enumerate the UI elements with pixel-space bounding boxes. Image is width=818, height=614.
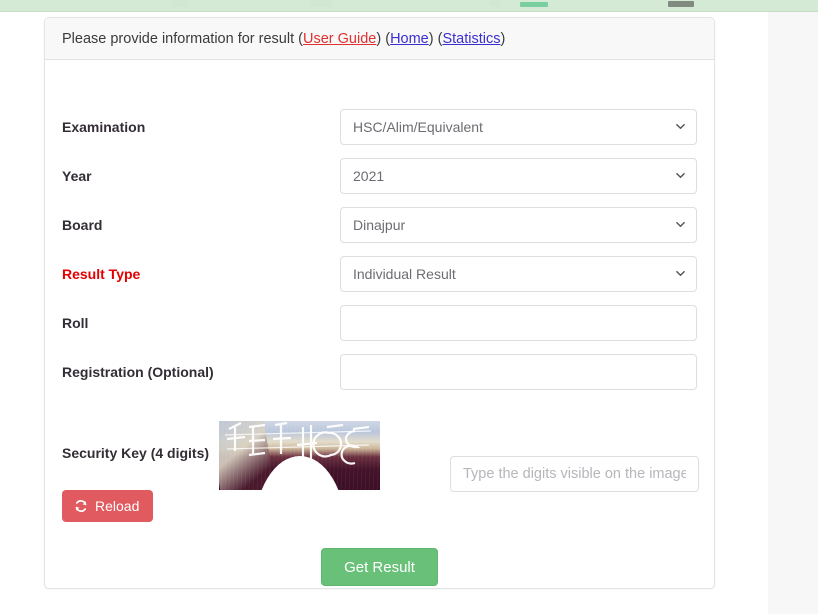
label-examination: Examination <box>62 119 146 135</box>
home-link[interactable]: Home <box>390 31 429 47</box>
label-result-type: Result Type <box>62 266 141 282</box>
form-row-roll: Roll <box>45 305 714 354</box>
navbar-item-ghost-4[interactable] <box>520 2 548 7</box>
user-guide-link[interactable]: User Guide <box>303 31 376 47</box>
get-result-button[interactable]: Get Result <box>321 548 438 586</box>
security-key-input[interactable] <box>450 456 699 492</box>
control-result-type: Individual Result <box>340 256 697 292</box>
examination-select[interactable]: HSC/Alim/Equivalent <box>340 109 697 145</box>
label-roll: Roll <box>62 315 89 331</box>
navbar-item-ghost-5[interactable] <box>668 1 694 7</box>
control-year: 2021 <box>340 158 697 194</box>
card-header: Please provide information for result (U… <box>45 18 714 60</box>
statistics-link[interactable]: Statistics <box>442 31 500 47</box>
security-key-section: Security Key (4 digits) Reload Type the … <box>45 418 714 538</box>
roll-input[interactable] <box>340 305 697 341</box>
paren-close-3: ) <box>500 30 506 47</box>
form-row-registration: Registration (Optional) <box>45 354 714 403</box>
label-registration: Registration (Optional) <box>62 364 214 380</box>
card-header-intro: Please provide information for result <box>62 30 299 47</box>
navbar-item-ghost-1[interactable] <box>172 0 188 7</box>
page-gutter <box>768 12 818 614</box>
refresh-icon <box>74 499 88 513</box>
label-board: Board <box>62 217 103 233</box>
year-select[interactable]: 2021 <box>340 158 697 194</box>
result-type-select[interactable]: Individual Result <box>340 256 697 292</box>
control-captcha <box>450 456 699 492</box>
result-form-card: Please provide information for result (U… <box>44 17 715 589</box>
card-header-text: Please provide information for result (U… <box>62 31 505 47</box>
reload-captcha-button[interactable]: Reload <box>62 490 154 522</box>
navbar-item-ghost-3[interactable] <box>490 0 500 7</box>
label-year: Year <box>62 168 92 184</box>
control-roll <box>340 305 697 341</box>
form-row-examination: Examination HSC/Alim/Equivalent <box>45 109 714 158</box>
site-navbar <box>0 0 818 12</box>
label-security-key: Security Key (4 digits) <box>62 445 210 461</box>
control-examination: HSC/Alim/Equivalent <box>340 109 697 145</box>
control-registration <box>340 354 697 390</box>
form-row-year: Year 2021 <box>45 158 714 207</box>
form-row-result-type: Result Type Individual Result <box>45 256 714 305</box>
registration-input[interactable] <box>340 354 697 390</box>
submit-row: Get Result <box>45 548 714 586</box>
card-body: Examination HSC/Alim/Equivalent Year 202… <box>45 60 714 589</box>
captcha-image <box>219 421 380 490</box>
form-row-board: Board Dinajpur <box>45 207 714 256</box>
reload-button-label: Reload <box>95 498 140 514</box>
control-board: Dinajpur <box>340 207 697 243</box>
captcha-noise-overlay <box>219 421 380 490</box>
board-select[interactable]: Dinajpur <box>340 207 697 243</box>
navbar-item-ghost-2[interactable] <box>310 0 332 7</box>
page-root: Please provide information for result (U… <box>0 0 818 614</box>
